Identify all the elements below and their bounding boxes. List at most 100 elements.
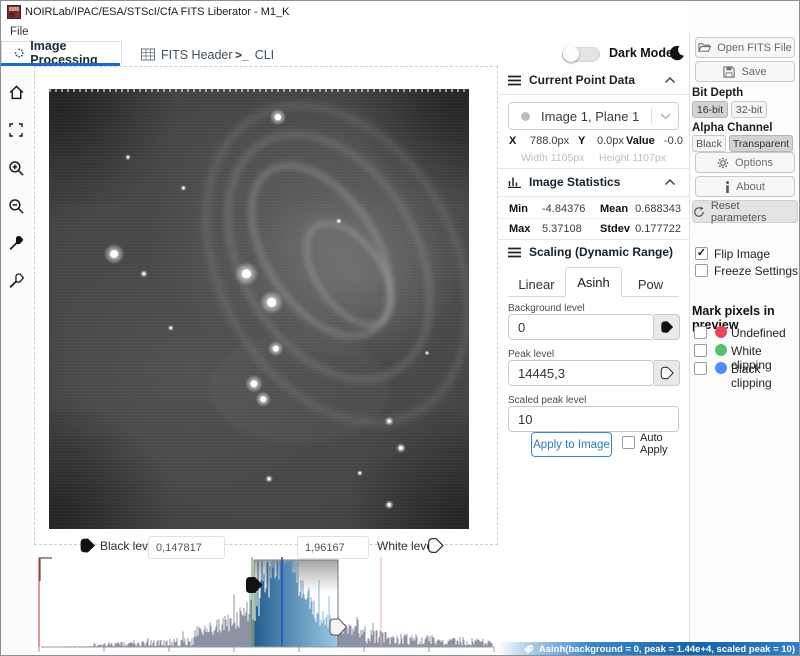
alpha-transparent-button[interactable]: Transparent [729, 135, 793, 152]
black-level-value: 0,147817 [156, 542, 202, 554]
options-label: Options [735, 157, 773, 169]
white-eyedropper-icon [8, 272, 25, 289]
image-plane-select[interactable]: Image 1, Plane 1 [508, 102, 679, 130]
table-icon [141, 48, 155, 61]
scaling-tabs: Linear Asinh Pow [508, 266, 679, 297]
max-label: Max [509, 223, 530, 235]
white-level-value: 1,96167 [305, 542, 345, 554]
tab-asinh[interactable]: Asinh [565, 267, 622, 297]
processing-dots-icon [14, 46, 24, 60]
statistics-header[interactable]: Image Statistics [508, 175, 620, 189]
white-clipping-checkbox[interactable] [694, 344, 707, 357]
bit-depth-label: Bit Depth [692, 87, 743, 99]
peak-level-label: Peak level [508, 349, 554, 360]
divider [498, 196, 689, 197]
y-label: Y [578, 135, 585, 147]
background-level-input[interactable]: 0 [508, 314, 654, 340]
menu-lines-icon [508, 247, 521, 258]
about-button[interactable]: About [695, 176, 795, 197]
dark-mode-label: Dark Mode [609, 46, 673, 60]
zoom-in-icon [8, 160, 25, 177]
menu-file[interactable]: File [1, 26, 38, 38]
expand-icon [8, 122, 24, 138]
panel-title: Image Statistics [529, 175, 620, 189]
flip-image-label: Flip Image [714, 247, 770, 261]
chevron-up-icon [664, 76, 676, 84]
bar-chart-icon [508, 176, 521, 188]
folder-open-icon [698, 42, 711, 53]
zoom-out-button[interactable] [8, 198, 26, 216]
save-button[interactable]: Save [695, 61, 795, 82]
axis-corner [40, 558, 52, 581]
black-level-picker-button[interactable] [8, 234, 26, 252]
save-icon [723, 66, 735, 78]
options-button[interactable]: Options [695, 152, 795, 173]
preview-toolbar [1, 66, 32, 655]
tab-linear[interactable]: Linear [508, 272, 565, 296]
collapse-button[interactable] [664, 178, 678, 190]
white-clipping-color-dot [715, 344, 727, 356]
reset-label: Reset parameters [711, 200, 797, 224]
alpha-black-button[interactable]: Black [692, 135, 726, 152]
white-level-icon [427, 537, 444, 554]
auto-apply-checkbox[interactable] [622, 436, 635, 449]
histogram[interactable] [34, 555, 498, 656]
scaled-peak-input[interactable]: 10 [508, 406, 679, 432]
tab-pow[interactable]: Pow [622, 272, 679, 296]
save-label: Save [741, 66, 766, 78]
divider [498, 239, 689, 240]
white-level-picker-button[interactable] [8, 272, 26, 290]
home-button[interactable] [8, 84, 26, 102]
app-window: NOIRLab/IPAC/ESA/STScI/CfA FITS Liberato… [0, 0, 800, 656]
histogram-axis [39, 647, 494, 652]
fit-to-view-button[interactable] [8, 122, 26, 140]
about-label: About [736, 181, 765, 193]
nebula-overlay [49, 89, 469, 529]
window-title: NOIRLab/IPAC/ESA/STScI/CfA FITS Liberato… [25, 6, 290, 18]
peak-level-input[interactable]: 14445,3 [508, 360, 654, 386]
toggle-knob [563, 46, 579, 62]
panel-title: Current Point Data [529, 73, 635, 87]
scaling-header[interactable]: Scaling (Dynamic Range) [508, 245, 673, 259]
background-level-value: 0 [518, 320, 525, 335]
black-clipping-color-dot [715, 362, 727, 374]
scaled-peak-label: Scaled peak level [508, 395, 586, 406]
collapse-button[interactable] [664, 76, 678, 88]
tab-image-processing[interactable]: Image Processing [1, 41, 122, 64]
divider [498, 168, 689, 169]
chevron-down-icon [652, 113, 678, 120]
pick-background-button[interactable] [654, 314, 680, 340]
divider [498, 218, 689, 219]
plane-select-value: Image 1, Plane 1 [541, 109, 651, 124]
undefined-color-dot [715, 326, 727, 338]
black-clipping-checkbox[interactable] [694, 362, 707, 375]
flip-image-checkbox[interactable] [695, 247, 708, 260]
y-value: 0.0px [597, 135, 624, 147]
auto-apply-label: Auto Apply [640, 432, 668, 456]
pick-peak-button[interactable] [654, 360, 680, 386]
title-bar: NOIRLab/IPAC/ESA/STScI/CfA FITS Liberato… [1, 1, 799, 23]
stdev-label: Stdev [600, 223, 630, 235]
current-point-header[interactable]: Current Point Data [508, 73, 635, 87]
open-fits-button[interactable]: Open FITS File [695, 37, 795, 58]
reset-parameters-button[interactable]: Reset parameters [692, 200, 798, 223]
info-icon [725, 181, 730, 193]
plane-status-dot [521, 112, 530, 121]
fits-preview-image[interactable] [49, 89, 469, 529]
point-value: -0.0 [664, 135, 683, 147]
status-bar: Asinh(background = 0, peak = 1.44e+4, sc… [498, 642, 800, 656]
apply-to-image-button[interactable]: Apply to Image [531, 432, 612, 457]
status-text: Asinh(background = 0, peak = 1.44e+4, sc… [539, 644, 795, 655]
image-height-text: Height 1107px [599, 152, 666, 164]
black-clipping-label: Black clipping [731, 362, 800, 390]
dark-mode-toggle[interactable] [562, 47, 600, 62]
value-label: Value [626, 135, 655, 147]
bit-depth-32-button[interactable]: 32-bit [731, 101, 767, 118]
undefined-checkbox[interactable] [694, 326, 707, 339]
freeze-settings-checkbox[interactable] [695, 264, 708, 277]
bit-depth-16-button[interactable]: 16-bit [692, 101, 728, 118]
reset-icon [693, 206, 705, 218]
x-value: 788.0px [530, 135, 569, 147]
tab-cli[interactable]: >_ CLI [223, 43, 286, 66]
zoom-in-button[interactable] [8, 160, 26, 178]
